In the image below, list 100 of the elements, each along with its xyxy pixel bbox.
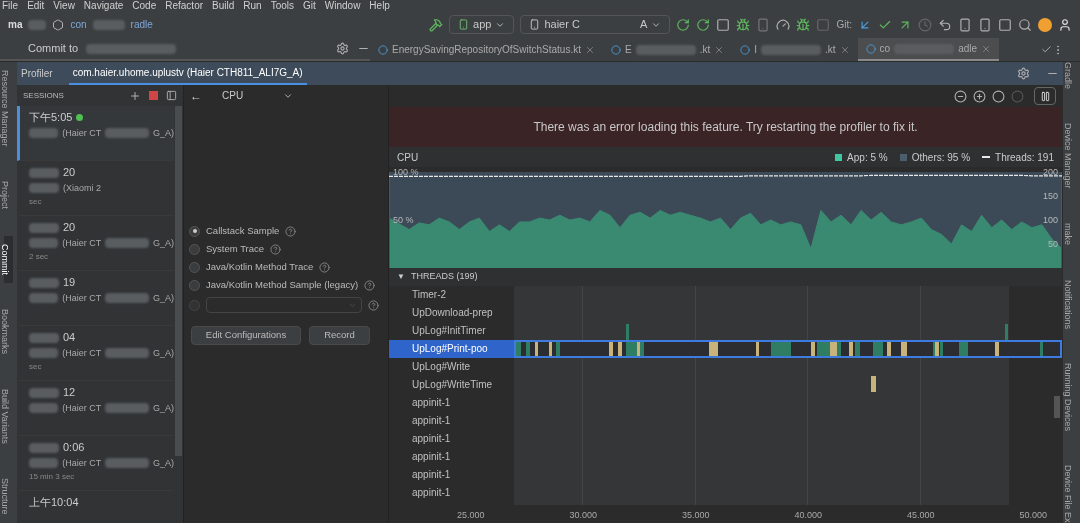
side-tool-tab[interactable]: Build Variants xyxy=(4,380,13,452)
thread-name[interactable]: UpLog#InitTimer xyxy=(389,322,514,340)
session-item[interactable]: 20 (Haier CT G_A) 2 sec xyxy=(17,216,174,271)
panel-icon[interactable] xyxy=(166,90,177,101)
redacted-block xyxy=(29,458,59,468)
help-icon[interactable] xyxy=(285,225,297,237)
menu-item[interactable]: Tools xyxy=(270,0,294,11)
thread-name[interactable]: Timer-2 xyxy=(389,286,514,304)
thread-name[interactable]: appinit-1 xyxy=(389,448,514,466)
editor-tab[interactable]: I .kt xyxy=(732,38,858,61)
menu-item[interactable]: Refactor xyxy=(165,0,204,11)
session-item[interactable]: 上午10:04 xyxy=(17,491,174,523)
radio-button[interactable] xyxy=(189,243,200,255)
close-icon[interactable] xyxy=(585,44,595,55)
radio-button[interactable] xyxy=(189,279,200,291)
redacted-block xyxy=(105,403,149,413)
pause-button[interactable] xyxy=(1034,87,1056,105)
close-icon[interactable] xyxy=(839,44,850,55)
legend-label: Others: 95 % xyxy=(911,150,971,165)
thread-name[interactable]: UpLog#Write xyxy=(389,358,514,376)
thread-name[interactable]: appinit-1 xyxy=(389,466,514,484)
thread-name[interactable]: appinit-1 xyxy=(389,412,514,430)
session-item[interactable]: 0:06 (Haier CT G_A) 15 min 3 sec xyxy=(17,436,174,491)
menu-item[interactable]: Code xyxy=(132,0,157,11)
thread-name[interactable]: UpLog#Print-poo xyxy=(389,340,514,358)
zoom-out-icon[interactable] xyxy=(954,89,967,103)
session-device: G_A) xyxy=(153,403,174,413)
side-tool-tab[interactable]: Commit xyxy=(4,235,13,283)
side-tool-tab[interactable]: make xyxy=(1067,223,1076,246)
thread-name[interactable]: appinit-1 xyxy=(389,394,514,412)
help-icon[interactable] xyxy=(319,261,331,273)
side-tool-tab[interactable]: Notifications xyxy=(1067,279,1076,329)
session-item[interactable]: 下午5:05 (Haier CT G_A) xyxy=(17,106,174,161)
session-item[interactable]: 12 (Haier CT G_A) xyxy=(17,381,174,436)
check-icon[interactable] xyxy=(1041,44,1052,55)
breadcrumb-item[interactable]: radle xyxy=(130,17,153,32)
zoom-in-icon[interactable] xyxy=(973,89,986,103)
editor-tab[interactable]: co adle xyxy=(857,38,1000,61)
side-tool-tab[interactable]: Device File Ex xyxy=(1067,465,1076,523)
update-icon[interactable] xyxy=(1038,17,1052,32)
attach-debugger-icon[interactable] xyxy=(796,17,811,32)
radio-button[interactable] xyxy=(189,225,200,237)
monitor-dropdown[interactable]: CPU xyxy=(214,88,294,103)
thread-name[interactable]: UpDownload-prep xyxy=(389,304,514,322)
side-tool-tab[interactable]: Gradle xyxy=(1067,62,1076,89)
help-icon[interactable] xyxy=(368,299,379,311)
time-tick-label: 35.000 xyxy=(682,509,710,522)
run-config-dropdown[interactable]: app xyxy=(449,15,515,34)
hammer-icon[interactable] xyxy=(429,17,444,32)
session-item[interactable]: 04 (Haier CT G_A) sec xyxy=(17,326,174,381)
apply-changes-icon[interactable] xyxy=(676,17,691,32)
thread-name[interactable]: appinit-1 xyxy=(389,484,514,502)
close-icon[interactable] xyxy=(714,44,725,55)
file-icon xyxy=(611,44,621,55)
menu-item[interactable]: File xyxy=(2,0,19,11)
config-button[interactable]: Record xyxy=(309,326,370,345)
breadcrumb-item[interactable]: ma xyxy=(8,17,23,32)
thread-name[interactable]: appinit-1 xyxy=(389,430,514,448)
avatar-icon[interactable] xyxy=(1058,17,1072,32)
menu-item[interactable]: Help xyxy=(369,0,390,11)
device-mirror-icon[interactable] xyxy=(978,17,992,32)
settings-icon[interactable] xyxy=(1017,67,1030,80)
session-item[interactable]: 19 (Haier CT G_A) xyxy=(17,271,174,326)
debug-icon[interactable] xyxy=(736,17,751,32)
side-tool-tab[interactable]: Bookmarks xyxy=(4,301,13,363)
expand-toggle[interactable]: ▼ xyxy=(397,271,405,283)
session-time: 12 xyxy=(63,387,76,398)
redacted-block xyxy=(92,19,125,30)
editor-tab[interactable]: E .kt xyxy=(603,38,733,61)
menu-item[interactable]: Run xyxy=(243,0,262,11)
breadcrumb-item[interactable]: con xyxy=(70,17,87,32)
apply-code-changes-icon[interactable] xyxy=(696,17,711,32)
redacted-block xyxy=(29,183,59,193)
file-icon xyxy=(740,44,751,55)
help-icon[interactable] xyxy=(270,243,282,255)
rollback-icon[interactable] xyxy=(938,17,952,32)
cpu-title: CPU xyxy=(397,150,419,165)
menu-item[interactable]: Edit xyxy=(27,0,45,11)
menu-item[interactable]: Window xyxy=(324,0,361,11)
thread-name[interactable]: UpLog#WriteTime xyxy=(389,376,514,394)
close-icon[interactable] xyxy=(981,43,992,54)
session-item[interactable]: 20 (Xiaomi 2 sec xyxy=(17,161,174,216)
help-icon[interactable] xyxy=(364,279,376,291)
profiler-icon[interactable] xyxy=(776,17,791,32)
session-time: 20 xyxy=(63,167,76,178)
config-button[interactable]: Edit Configurations xyxy=(191,326,301,345)
editor-tab[interactable]: EnergySavingRepositoryOfSwitchStatus.kt xyxy=(370,38,603,61)
search-icon[interactable] xyxy=(1018,17,1032,32)
session-duration: sec xyxy=(29,363,43,371)
device-manager-icon[interactable] xyxy=(958,17,972,32)
add-icon[interactable] xyxy=(129,89,141,102)
menu-item[interactable]: Navigate xyxy=(83,0,124,11)
menu-item[interactable]: Build xyxy=(212,0,235,11)
side-tool-tab[interactable]: Structure xyxy=(4,470,13,523)
settings-icon[interactable] xyxy=(336,42,349,55)
device-dropdown[interactable]: haier C A xyxy=(520,15,671,34)
menu-item[interactable]: View xyxy=(53,0,75,11)
back-button[interactable]: ← xyxy=(190,86,202,105)
menu-item[interactable]: Git xyxy=(303,0,316,11)
radio-button[interactable] xyxy=(189,261,200,273)
